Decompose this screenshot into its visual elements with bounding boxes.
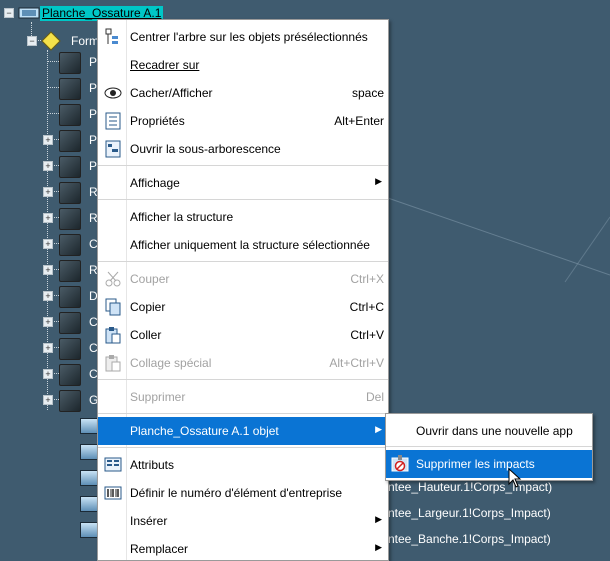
expand-icon[interactable]: + xyxy=(43,161,53,171)
expand-icon[interactable]: + xyxy=(43,369,53,379)
tree-node-label[interactable]: Form xyxy=(71,34,99,48)
menu-item-open-subtree[interactable]: Ouvrir la sous-arborescence xyxy=(98,135,388,163)
properties-icon xyxy=(105,112,121,130)
chevron-right-icon: ▶ xyxy=(375,424,382,434)
tree-node-label[interactable]: ntee_Hauteur.1!Corps_Impact) xyxy=(388,480,552,494)
menu-item-object-submenu[interactable]: Planche_Ossature A.1 objet ▶ xyxy=(98,417,388,445)
paste-icon xyxy=(105,327,121,344)
tree-node-icon xyxy=(59,260,81,282)
eye-icon xyxy=(104,87,122,99)
menu-item-cut[interactable]: Couper Ctrl+X xyxy=(98,265,388,293)
tree-node-icon xyxy=(59,234,81,256)
menu-item-attributes[interactable]: Attributs xyxy=(98,451,388,479)
menu-item-copy[interactable]: Copier Ctrl+C xyxy=(98,293,388,321)
menu-item-paste-special[interactable]: Collage spécial Alt+Ctrl+V xyxy=(98,349,388,377)
tree-node-label[interactable]: P xyxy=(89,107,97,121)
tree-node-icon xyxy=(59,78,81,100)
menu-item-properties[interactable]: Propriétés Alt+Enter xyxy=(98,107,388,135)
expand-icon[interactable]: + xyxy=(43,187,53,197)
tree-node-icon xyxy=(59,338,81,360)
tree-node-icon xyxy=(59,286,81,308)
menu-item-insert[interactable]: Insérer ▶ xyxy=(98,507,388,535)
center-tree-icon xyxy=(105,28,118,44)
tree-node-label[interactable]: P xyxy=(89,133,97,147)
chevron-right-icon: ▶ xyxy=(375,542,382,552)
chevron-right-icon: ▶ xyxy=(375,176,382,186)
expand-icon[interactable]: + xyxy=(43,135,53,145)
barcode-icon xyxy=(104,486,122,500)
menu-item-replace[interactable]: Remplacer ▶ xyxy=(98,535,388,560)
tree-node-label[interactable]: ntee_Banche.1!Corps_Impact) xyxy=(388,532,551,546)
tree-node-icon xyxy=(59,52,81,74)
scissors-icon xyxy=(105,271,121,287)
expand-icon[interactable]: + xyxy=(43,265,53,275)
tree-node-icon xyxy=(59,130,81,152)
expand-icon[interactable]: − xyxy=(27,36,37,46)
open-subtree-icon xyxy=(105,140,121,158)
object-submenu: Ouvrir dans une nouvelle app Supprimer l… xyxy=(385,413,593,481)
tree-connector xyxy=(47,87,59,88)
tree-node-icon xyxy=(59,390,81,412)
menu-item-hide-show[interactable]: Cacher/Afficher space xyxy=(98,79,388,107)
tree-node-icon xyxy=(59,312,81,334)
menu-item-show-selected-structure[interactable]: Afficher uniquement la structure sélecti… xyxy=(98,231,388,259)
menu-item-paste[interactable]: Coller Ctrl+V xyxy=(98,321,388,349)
collapse-icon[interactable]: − xyxy=(4,8,14,18)
expand-icon[interactable]: + xyxy=(43,395,53,405)
copy-icon xyxy=(105,298,121,316)
paste-special-icon xyxy=(105,355,121,372)
expand-icon[interactable]: + xyxy=(43,291,53,301)
tree-node-label[interactable]: P xyxy=(89,81,97,95)
tree-node-label[interactable]: P xyxy=(89,55,97,69)
tree-node-icon xyxy=(59,104,81,126)
tree-node-icon xyxy=(59,156,81,178)
menu-item-delete[interactable]: Supprimer Del xyxy=(98,383,388,411)
menu-item-reframe[interactable]: Recadrer sur xyxy=(98,51,388,79)
chevron-right-icon: ▶ xyxy=(375,514,382,524)
menu-item-display[interactable]: Affichage ▶ xyxy=(98,169,388,197)
menu-item-show-structure[interactable]: Afficher la structure xyxy=(98,203,388,231)
tree-node-label[interactable]: P xyxy=(89,159,97,173)
tree-connector xyxy=(47,61,59,62)
attributes-icon xyxy=(104,457,122,472)
expand-icon[interactable]: + xyxy=(43,239,53,249)
root-product-icon xyxy=(18,6,40,20)
context-menu: Centrer l'arbre sur les objets présélect… xyxy=(97,19,389,561)
tree-node-icon xyxy=(59,364,81,386)
expand-icon[interactable]: + xyxy=(43,213,53,223)
menu-item-center-tree[interactable]: Centrer l'arbre sur les objets présélect… xyxy=(98,23,388,51)
mouse-cursor-icon xyxy=(508,468,522,488)
tree-connector xyxy=(47,113,59,114)
submenu-item-remove-impacts[interactable]: Supprimer les impacts xyxy=(386,450,592,478)
expand-icon[interactable]: + xyxy=(43,317,53,327)
tree-node-icon xyxy=(59,182,81,204)
submenu-item-open-new-app[interactable]: Ouvrir dans une nouvelle app xyxy=(386,417,592,445)
expand-icon[interactable]: + xyxy=(43,343,53,353)
menu-item-define-enterprise-number[interactable]: Définir le numéro d'élément d'entreprise xyxy=(98,479,388,507)
remove-impacts-icon xyxy=(391,455,409,472)
geometric-set-icon xyxy=(41,31,61,51)
tree-node-label[interactable]: ntee_Largeur.1!Corps_Impact) xyxy=(388,506,551,520)
tree-node-icon xyxy=(59,208,81,230)
